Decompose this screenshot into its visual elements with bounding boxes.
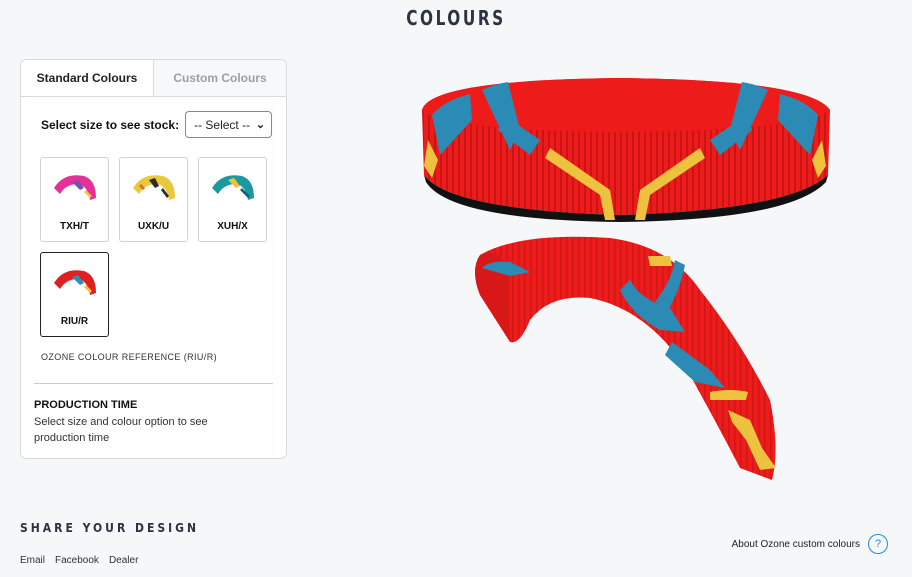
paraglider-thumbnail-icon bbox=[133, 175, 175, 200]
colour-swatch-txh[interactable]: TXH/T bbox=[40, 157, 109, 242]
share-link-email[interactable]: Email bbox=[20, 555, 45, 566]
share-link-dealer[interactable]: Dealer bbox=[109, 555, 138, 566]
about-custom-colours-link[interactable]: About Ozone custom colours ? bbox=[732, 534, 888, 554]
colour-swatch-xuh[interactable]: XUH/X bbox=[198, 157, 267, 242]
tab-standard-colours[interactable]: Standard Colours bbox=[21, 60, 154, 96]
paraglider-thumbnail-icon bbox=[212, 175, 254, 200]
size-select-value: -- Select -- bbox=[194, 117, 251, 132]
colour-reference: OZONE COLOUR REFERENCE (RIU/R) bbox=[41, 352, 218, 362]
colour-swatch-uxk[interactable]: UXK/U bbox=[119, 157, 188, 242]
size-label: Select size to see stock: bbox=[41, 117, 180, 132]
paraglider-thumbnail-icon bbox=[54, 175, 96, 200]
question-icon[interactable]: ? bbox=[868, 534, 888, 554]
chevron-down-icon: ⌄ bbox=[255, 119, 266, 131]
about-label: About Ozone custom colours bbox=[731, 538, 860, 550]
swatch-code: XUH/X bbox=[217, 221, 248, 232]
production-time-title: PRODUCTION TIME bbox=[34, 399, 138, 411]
colour-tabs: Standard Colours Custom Colours bbox=[21, 60, 286, 97]
tab-custom-colours[interactable]: Custom Colours bbox=[154, 60, 286, 96]
canopy-side-view bbox=[475, 236, 776, 480]
canopy-front-view bbox=[422, 78, 830, 222]
size-select[interactable]: -- Select -- ⌄ bbox=[185, 111, 273, 138]
page-title: COLOURS bbox=[406, 6, 506, 30]
divider bbox=[34, 383, 273, 384]
paraglider-3d-preview[interactable] bbox=[410, 70, 840, 490]
paraglider-thumbnail-icon bbox=[54, 270, 96, 295]
colour-swatch-riu[interactable]: RIU/R bbox=[40, 252, 109, 337]
production-time-text: Select size and colour option to see pro… bbox=[34, 416, 208, 444]
size-row: Select size to see stock: -- Select -- ⌄ bbox=[41, 111, 273, 138]
colour-options-panel: Standard Colours Custom Colours Select s… bbox=[20, 59, 287, 459]
swatch-code: TXH/T bbox=[60, 221, 89, 232]
share-title: SHARE YOUR DESIGN bbox=[20, 521, 200, 535]
share-link-facebook[interactable]: Facebook bbox=[55, 555, 99, 566]
swatch-code: UXK/U bbox=[137, 221, 170, 232]
swatch-code: RIU/R bbox=[60, 316, 89, 327]
share-links: Email Facebook Dealer bbox=[20, 555, 138, 566]
